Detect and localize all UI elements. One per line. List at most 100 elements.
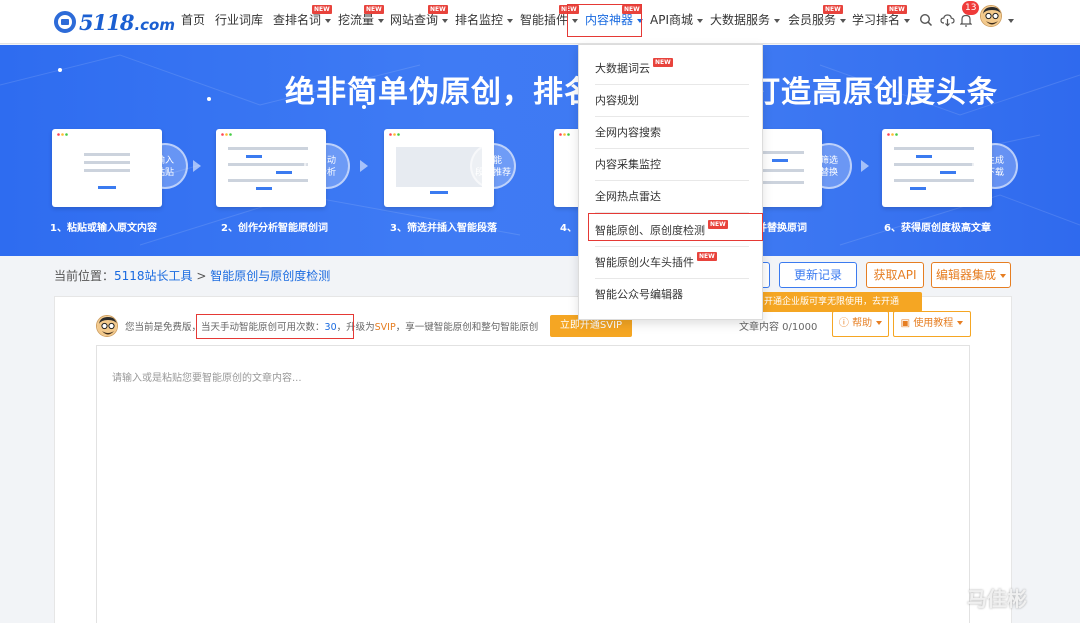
nav-item-rank-monitor[interactable]: 排名监控 xyxy=(455,11,514,29)
update-history-button[interactable]: 更新记录 xyxy=(779,262,857,288)
smart-original-highlight-box xyxy=(588,213,763,241)
menu-item-wordcloud[interactable]: 大数据词云 NEW xyxy=(595,53,749,85)
sparkle-dot xyxy=(58,68,62,72)
svip-link[interactable]: SVIP xyxy=(375,322,396,333)
skeleton-line xyxy=(940,171,956,174)
nav-item-traffic-label: 挖流量 xyxy=(338,13,375,27)
breadcrumb-prefix: 当前位置： xyxy=(54,269,115,283)
nav-item-big-data[interactable]: 大数据服务 xyxy=(710,11,781,29)
chevron-down-icon xyxy=(697,18,703,23)
bell-icon[interactable] xyxy=(960,13,972,27)
nav-item-industry-lexicon[interactable]: 行业词库 xyxy=(215,11,263,29)
chevron-down-icon xyxy=(378,18,385,23)
page: 5118 .com 首页 行业词库 查排名词 NEW 挖流量 NEW 网站查询 … xyxy=(0,0,1080,623)
skeleton-line xyxy=(84,161,130,164)
nav-item-membership-label: 会员服务 xyxy=(788,13,837,27)
breadcrumb-current[interactable]: 智能原创与原创度检测 xyxy=(210,269,330,283)
nav-item-api-store-label: API商城 xyxy=(650,13,693,27)
skeleton-line xyxy=(276,171,292,174)
cloud-download-icon[interactable] xyxy=(940,13,955,27)
help-label: 帮助 xyxy=(852,318,873,329)
skeleton-line xyxy=(228,179,308,182)
skeleton-line xyxy=(894,163,974,166)
sparkle-dot xyxy=(207,97,211,101)
arrow-right-icon xyxy=(861,160,869,172)
enterprise-tooltip[interactable]: 开通企业版可享无限使用，去开通 xyxy=(760,292,922,312)
menu-item-content-monitor[interactable]: 内容采集监控 xyxy=(595,149,749,181)
skeleton-line xyxy=(910,187,926,190)
breadcrumb: 当前位置：5118站长工具 > 智能原创与原创度检测 xyxy=(54,267,330,284)
upgrade-suffix: ，享一键智能原创和整句智能原创 xyxy=(395,322,539,333)
step-badge-line: 粘贴 xyxy=(155,168,174,178)
new-badge: NEW xyxy=(364,5,384,14)
skeleton-line xyxy=(894,147,974,150)
new-badge: NEW xyxy=(428,5,448,14)
article-editor[interactable]: 请输入或是粘贴您要智能原创的文章内容... xyxy=(96,345,970,623)
site-logo[interactable]: 5118 .com xyxy=(54,9,175,35)
step-badge-input: 输入 粘贴 xyxy=(142,143,188,189)
menu-item-label: 大数据词云 xyxy=(595,62,650,75)
chevron-down-icon xyxy=(442,18,449,23)
menu-item-content-planning[interactable]: 内容规划 xyxy=(595,85,749,117)
chevron-down-icon xyxy=(1000,273,1006,278)
logo-mark-icon xyxy=(54,11,76,33)
menu-item-content-search[interactable]: 全网内容搜索 xyxy=(595,117,749,149)
step-badge-replace: 筛选 替换 xyxy=(806,143,852,189)
content-tools-highlight-box xyxy=(567,4,642,37)
breadcrumb-link-root[interactable]: 5118站长工具 xyxy=(114,269,193,283)
notification-count-badge: 13 xyxy=(962,1,980,15)
step-label-2: 2、创作分析智能原创词 xyxy=(221,223,328,234)
window-dots-icon xyxy=(57,133,68,136)
nav-item-api-store[interactable]: API商城 xyxy=(650,11,703,29)
get-api-button[interactable]: 获取API xyxy=(866,262,924,288)
menu-item-label: 智能原创火车头插件 xyxy=(595,256,694,269)
avatar-face-icon xyxy=(97,316,117,336)
help-button[interactable]: ⓘ 帮助 xyxy=(832,311,889,337)
nav-item-learn-ranking-label: 学习排名 xyxy=(852,13,901,27)
weibo-icon xyxy=(938,588,965,609)
search-icon[interactable] xyxy=(919,13,933,27)
step-badge-download: 生成 下载 xyxy=(972,143,1018,189)
step-badge-line: 智能 xyxy=(483,156,502,166)
user-avatar[interactable] xyxy=(980,5,1002,27)
menu-item-locomotive-plugin[interactable]: 智能原创火车头插件 NEW xyxy=(595,247,749,279)
window-dots-icon xyxy=(389,133,400,136)
hero-banner: 绝非简单伪原创，排名利器，轻松打造高原创度头条 xyxy=(0,45,1080,256)
tutorial-button[interactable]: ▣ 使用教程 xyxy=(893,311,971,337)
menu-item-wechat-editor[interactable]: 智能公众号编辑器 xyxy=(595,279,749,311)
new-badge: NEW xyxy=(887,5,907,14)
skeleton-line xyxy=(84,153,130,156)
nav-item-rank-words-label: 查排名词 xyxy=(273,13,322,27)
chevron-down-icon xyxy=(774,18,781,23)
step-badge-line: 分析 xyxy=(317,168,336,178)
skeleton-line xyxy=(228,147,308,150)
nav-item-site-query-label: 网站查询 xyxy=(390,13,439,27)
skeleton-line xyxy=(228,163,308,166)
new-badge: NEW xyxy=(697,252,717,261)
chevron-down-icon xyxy=(840,18,847,23)
step-badge-paragraph: 智能 段落推荐 xyxy=(470,143,516,189)
skeleton-line xyxy=(98,186,116,189)
nav-item-smart-plugin-label: 智能插件 xyxy=(520,13,569,27)
editor-integration-button[interactable]: 编辑器集成 xyxy=(931,262,1011,288)
chevron-down-icon xyxy=(876,321,883,325)
weibo-watermark: 马佳彬 xyxy=(937,584,1027,611)
skeleton-line xyxy=(246,155,262,158)
free-plan-text: 您当前是免费版， xyxy=(125,322,202,333)
top-navigation: 5118 .com 首页 行业词库 查排名词 NEW 挖流量 NEW 网站查询 … xyxy=(0,0,1080,44)
step-badge-line: 筛选 xyxy=(819,156,838,166)
editor-integration-label: 编辑器集成 xyxy=(935,268,996,282)
menu-item-hot-radar[interactable]: 全网热点雷达 xyxy=(595,181,749,213)
chevron-down-icon[interactable] xyxy=(1008,19,1014,23)
step-badge-line: 段落推荐 xyxy=(474,168,511,178)
new-badge: NEW xyxy=(653,58,673,67)
editor-placeholder: 请输入或是粘贴您要智能原创的文章内容... xyxy=(112,373,302,384)
step-badge-line: 下载 xyxy=(985,168,1004,178)
nav-item-big-data-label: 大数据服务 xyxy=(710,13,771,27)
chevron-down-icon xyxy=(507,18,514,23)
step-label-4: 4、 xyxy=(560,223,577,234)
step-badge-line: 替换 xyxy=(819,168,838,178)
nav-item-home[interactable]: 首页 xyxy=(181,11,205,29)
step-badge-line: 自动 xyxy=(317,156,336,166)
avatar-face-icon xyxy=(981,6,1001,26)
